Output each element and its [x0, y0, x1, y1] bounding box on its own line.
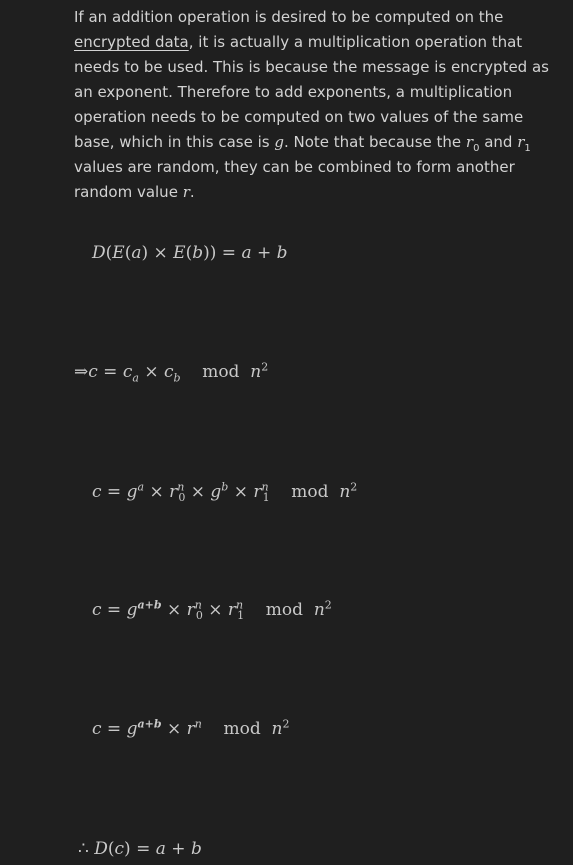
equation-decrypt-sum: D(E(a) × E(b)) = a + b [92, 243, 288, 263]
encrypted-data-link[interactable]: encrypted data [74, 33, 189, 51]
subscript-1: 1 [524, 143, 531, 154]
paragraph-text: and [479, 133, 518, 151]
equation-ciphertext-product: ⇒c = ca × cb mod n2 [74, 360, 269, 385]
equation-expanded: c = ga × rn0 × gb × rn1 mod n2 [92, 480, 358, 505]
equation-conclusion: ∴ D(c) = a + b [78, 839, 202, 859]
paragraph-text: values are random, they can be combined … [74, 158, 515, 201]
paragraph-text: . [189, 183, 195, 201]
variable-r0: r [465, 133, 474, 151]
variable-g: g [274, 133, 284, 151]
equation-combined-random: c = ga+b × rn mod n2 [92, 717, 290, 739]
paragraph-text: If an addition operation is desired to b… [74, 8, 504, 26]
variable-r: r [182, 183, 190, 201]
paragraph-text: . Note that because the [283, 133, 466, 151]
body-paragraph: If an addition operation is desired to b… [74, 5, 556, 205]
equation-combined-exponent: c = ga+b × rn0 × rn1 mod n2 [92, 598, 332, 623]
